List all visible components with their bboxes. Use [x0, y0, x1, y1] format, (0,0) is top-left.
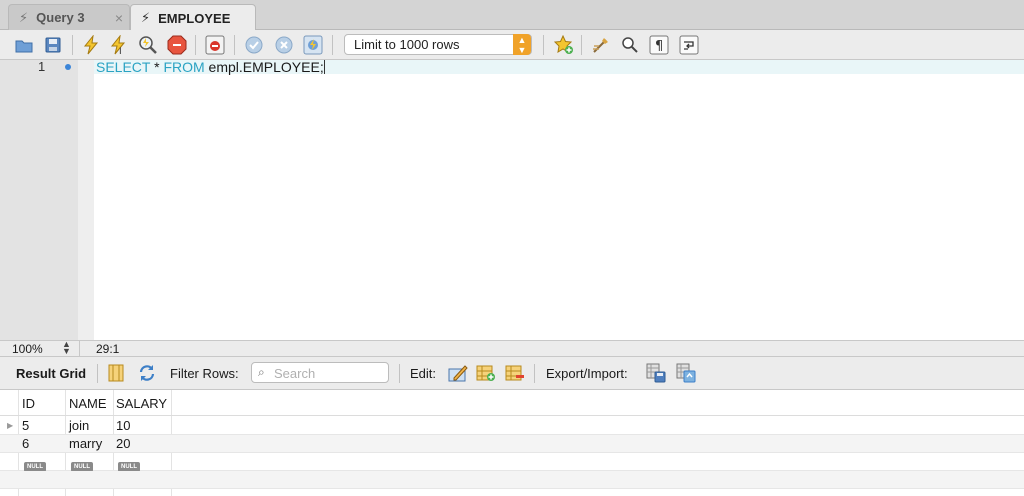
svg-text:¶: ¶	[655, 39, 663, 54]
filter-rows-box[interactable]: ⌕	[251, 362, 389, 383]
cursor-position: 29:1	[96, 342, 120, 356]
find-icon[interactable]	[619, 34, 641, 56]
new-row-placeholder[interactable]: NULL NULL NULL	[0, 453, 1024, 472]
sql-editor[interactable]: 1 SELECT * FROM empl.EMPLOYEE;	[0, 60, 1024, 340]
cell-name[interactable]: NULL	[71, 456, 93, 472]
cell-salary[interactable]: NULL	[118, 456, 140, 472]
tab-label: Query 3	[36, 10, 85, 25]
close-icon[interactable]: ×	[115, 10, 123, 26]
beautify-icon[interactable]	[590, 34, 612, 56]
explain-icon[interactable]	[137, 34, 159, 56]
sql-editor-toolbar: I Limit to 1000 rows ▲ ▼ ¶	[0, 30, 1024, 60]
cell-id[interactable]: 6	[22, 436, 29, 451]
statement-marker-icon	[65, 64, 71, 70]
toolbar-separator	[332, 35, 333, 55]
column-header-name[interactable]: NAME	[69, 396, 107, 411]
toolbar-separator	[234, 35, 235, 55]
toolbar-separator	[534, 364, 535, 383]
cell-id[interactable]: 5	[22, 418, 29, 433]
sql-keyword-select: SELECT	[96, 59, 151, 75]
result-grid-button[interactable]: Result Grid	[16, 366, 86, 381]
result-grid[interactable]: ID NAME SALARY ▶ 5 join 10 6 marry 20 NU…	[0, 390, 1024, 496]
toolbar-separator	[97, 364, 98, 383]
edit-label: Edit:	[410, 366, 437, 381]
stop-icon[interactable]	[166, 34, 188, 56]
import-icon[interactable]	[676, 363, 696, 383]
autocommit-icon[interactable]	[302, 34, 324, 56]
zoom-level: 100%	[12, 342, 43, 356]
tab-query-3[interactable]: ⚡ Query 3 ×	[8, 4, 130, 30]
chevron-up-down-icon: ▲ ▼	[513, 34, 531, 55]
commit-icon[interactable]	[243, 34, 265, 56]
lightning-icon: ⚡	[19, 9, 29, 25]
column-header-salary[interactable]: SALARY	[116, 396, 167, 411]
save-icon[interactable]	[42, 34, 64, 56]
sql-table-name: empl.EMPLOYEE;	[204, 59, 324, 75]
toolbar-separator	[195, 35, 196, 55]
fold-gutter	[78, 60, 94, 340]
cell-salary[interactable]: 20	[116, 436, 130, 451]
sql-keyword-from: FROM	[163, 59, 205, 75]
row-limit-value: Limit to 1000 rows	[354, 37, 460, 52]
table-row[interactable]: 6 marry 20	[0, 435, 1024, 453]
empty-row	[0, 471, 1024, 489]
result-toolbar: Result Grid Filter Rows: ⌕ Edit: Export/…	[0, 357, 1024, 390]
lightning-icon: ⚡	[141, 10, 151, 25]
edit-row-icon[interactable]	[448, 363, 468, 383]
execute-icon[interactable]	[80, 34, 102, 56]
line-number-gutter	[0, 60, 78, 340]
search-icon: ⌕	[258, 365, 265, 379]
cell-name[interactable]: marry	[69, 436, 102, 451]
form-view-icon[interactable]	[106, 363, 126, 383]
sql-star: *	[150, 59, 164, 75]
table-row[interactable]: ▶ 5 join 10	[0, 417, 1024, 435]
toolbar-separator	[399, 364, 400, 383]
open-folder-icon[interactable]	[13, 34, 35, 56]
column-header-id[interactable]: ID	[22, 396, 35, 411]
delete-row-icon[interactable]	[505, 363, 525, 383]
toolbar-separator	[72, 35, 73, 55]
tab-bar: ⚡ Query 3 × ⚡ EMPLOYEE	[0, 0, 1024, 31]
export-icon[interactable]	[646, 363, 666, 383]
add-snippet-icon[interactable]	[553, 34, 575, 56]
zoom-stepper-icon[interactable]: ▲ ▼	[62, 340, 71, 356]
wrap-icon[interactable]	[678, 34, 700, 56]
toolbar-separator	[543, 35, 544, 55]
status-separator	[79, 341, 80, 357]
text-caret	[323, 60, 325, 74]
editor-status-bar: 100% ▲ ▼ 29:1	[0, 340, 1024, 357]
filter-rows-label: Filter Rows:	[170, 366, 239, 381]
line-number: 1	[38, 59, 46, 74]
execute-current-icon[interactable]: I	[108, 34, 130, 56]
rollback-icon[interactable]	[273, 34, 295, 56]
row-pointer-icon: ▶	[7, 421, 14, 430]
cell-name[interactable]: join	[69, 418, 89, 433]
row-limit-select[interactable]: Limit to 1000 rows ▲ ▼	[344, 34, 532, 55]
toggle-error-icon[interactable]	[204, 34, 226, 56]
export-import-label: Export/Import:	[546, 366, 628, 381]
filter-rows-input[interactable]	[274, 365, 384, 381]
tab-employee[interactable]: ⚡ EMPLOYEE	[130, 4, 256, 31]
toolbar-separator	[581, 35, 582, 55]
cell-id[interactable]: NULL	[24, 456, 46, 472]
insert-row-icon[interactable]	[476, 363, 496, 383]
cell-salary[interactable]: 10	[116, 418, 130, 433]
refresh-icon[interactable]	[137, 363, 157, 383]
invisible-chars-icon[interactable]: ¶	[648, 34, 670, 56]
svg-text:I: I	[119, 47, 122, 55]
sql-code-line[interactable]: SELECT * FROM empl.EMPLOYEE;	[96, 60, 325, 74]
grid-header-row: ID NAME SALARY	[0, 390, 1024, 416]
tab-label: EMPLOYEE	[158, 10, 231, 26]
